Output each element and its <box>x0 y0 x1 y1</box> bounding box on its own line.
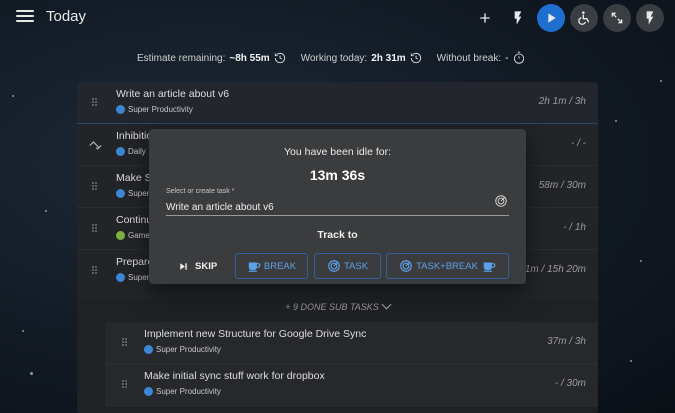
task-label: TASK <box>343 260 369 272</box>
top-actions <box>466 4 664 32</box>
project-tag-label: Super <box>128 273 150 282</box>
fullscreen-button[interactable] <box>603 4 631 32</box>
task-time-estimate[interactable]: - / - <box>571 138 586 149</box>
flash-icon <box>646 11 654 25</box>
project-tag[interactable]: Super Productivity <box>116 105 193 114</box>
wheelchair-icon <box>578 11 590 25</box>
subtask-time-estimate[interactable]: - / 30m <box>555 378 586 389</box>
task-title[interactable]: Prepare <box>116 256 153 268</box>
accessibility-button[interactable] <box>570 4 598 32</box>
focus-mode-button[interactable] <box>504 4 532 32</box>
project-tag-label: Game <box>128 231 150 240</box>
skip-button[interactable]: SKIP <box>178 255 217 277</box>
top-bar: Today <box>0 0 675 36</box>
project-tag[interactable]: Super <box>116 273 149 282</box>
project-dot <box>144 345 153 354</box>
project-tag-label: Super Productivity <box>156 387 221 396</box>
subtask-list: Implement new Structure for Google Drive… <box>105 322 598 406</box>
drag-handle-icon[interactable] <box>122 338 130 348</box>
task-select-input[interactable] <box>166 199 509 216</box>
subtask-title[interactable]: Implement new Structure for Google Drive… <box>144 328 366 340</box>
task-break-label: TASK+BREAK <box>416 260 478 272</box>
coffee-icon <box>483 262 496 272</box>
task-time-estimate[interactable]: 2h 1m / 3h <box>539 96 586 107</box>
play-button[interactable] <box>537 4 565 32</box>
add-task-button[interactable] <box>471 4 499 32</box>
plus-icon <box>480 13 490 23</box>
working-label: Working today: <box>300 52 368 64</box>
menu-icon[interactable] <box>16 10 34 24</box>
track-icon <box>400 260 412 272</box>
subtask-title[interactable]: Make initial sync stuff work for dropbox <box>144 370 325 382</box>
subtask-time-estimate[interactable]: 37m / 3h <box>547 336 586 347</box>
chevron-down-icon <box>381 299 392 310</box>
break-label: Without break: <box>436 52 502 64</box>
done-subtasks-toggle[interactable]: + 9 DONE SUB TASKS <box>77 299 598 319</box>
history-icon <box>274 52 285 64</box>
skip-next-icon <box>180 262 187 270</box>
project-dot <box>116 231 125 240</box>
drag-handle-icon[interactable] <box>92 224 100 234</box>
project-dot <box>116 105 125 114</box>
track-icon[interactable] <box>494 194 508 208</box>
drag-handle-icon[interactable] <box>92 266 100 276</box>
task-time-estimate[interactable]: - / 1h <box>563 222 586 233</box>
task-break-button[interactable]: TASK+BREAK <box>386 253 509 279</box>
project-tag[interactable]: Super Productivity <box>144 345 221 354</box>
drag-handle-icon[interactable] <box>92 182 100 192</box>
task-button[interactable]: TASK <box>314 253 381 279</box>
idle-time: 13m 36s <box>309 167 366 183</box>
skip-label: SKIP <box>195 260 218 272</box>
project-tag[interactable]: Daily <box>116 147 146 156</box>
task-title[interactable]: Continu <box>116 214 152 226</box>
work-metrics: Estimate remaining: ~8h 55m Working toda… <box>137 51 540 65</box>
estimate-label: Estimate remaining: <box>137 52 226 64</box>
task-item[interactable]: Write an article about v6 Super Producti… <box>77 82 598 124</box>
project-dot <box>116 273 125 282</box>
estimate-remaining: Estimate remaining: ~8h 55m <box>137 51 287 65</box>
repeat-icon <box>89 141 102 150</box>
without-break: Without break: - <box>437 51 526 65</box>
flash-icon <box>514 11 522 25</box>
project-tag-label: Super Productivity <box>128 105 193 114</box>
expand-icon <box>611 12 623 24</box>
subtask-item[interactable]: Make initial sync stuff work for dropbox… <box>105 364 598 406</box>
estimate-value: ~8h 55m <box>229 52 270 64</box>
break-value: - <box>505 52 509 64</box>
task-title[interactable]: Write an article about v6 <box>116 88 229 100</box>
project-tag-label: Daily <box>128 147 146 156</box>
page-title: Today <box>46 8 87 25</box>
project-tag-label: Super <box>128 189 150 198</box>
project-tag[interactable]: Super <box>116 189 149 198</box>
drag-handle-icon[interactable] <box>92 98 100 108</box>
idle-dialog-title: You have been idle for: <box>283 146 392 158</box>
task-select-label: Select or create task * <box>166 188 235 195</box>
project-dot <box>144 387 153 396</box>
track-to-label: Track to <box>317 229 358 241</box>
power-mode-button[interactable] <box>636 4 664 32</box>
break-button[interactable]: BREAK <box>235 253 308 279</box>
coffee-icon <box>248 262 261 272</box>
task-title[interactable]: Make S <box>116 172 152 184</box>
task-time-estimate[interactable]: 58m / 30m <box>539 180 586 191</box>
history-icon <box>410 52 421 64</box>
working-today: Working today: 2h 31m <box>301 51 423 65</box>
subtask-item[interactable]: Implement new Structure for Google Drive… <box>105 322 598 364</box>
project-dot <box>116 189 125 198</box>
project-tag[interactable]: Super Productivity <box>144 387 221 396</box>
idle-dialog-actions: SKIP BREAK TASK TASK+BREAK <box>149 253 526 279</box>
project-tag-label: Super Productivity <box>156 345 221 354</box>
play-icon <box>548 13 556 23</box>
track-icon <box>328 260 340 272</box>
drag-handle-icon[interactable] <box>122 380 130 390</box>
timer-icon <box>513 51 524 64</box>
working-value: 2h 31m <box>371 52 406 64</box>
project-dot <box>116 147 125 156</box>
done-subtasks-label: + 9 DONE SUB TASKS <box>285 302 379 312</box>
idle-dialog: You have been idle for: 13m 36s Select o… <box>149 129 526 284</box>
project-tag[interactable]: Game <box>116 231 150 240</box>
task-time-estimate[interactable]: 1m / 15h 20m <box>525 264 586 275</box>
break-label: BREAK <box>263 260 297 272</box>
